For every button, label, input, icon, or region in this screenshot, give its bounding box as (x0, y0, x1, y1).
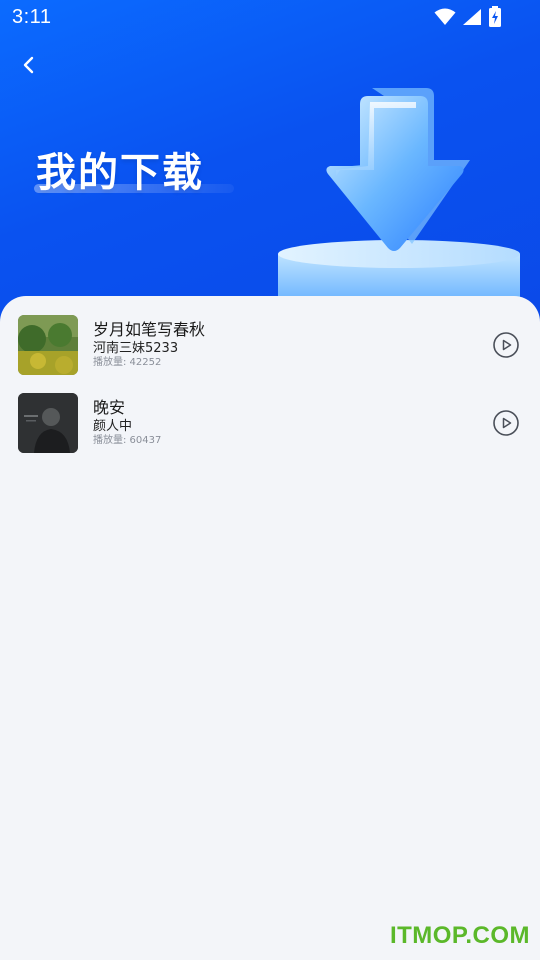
song-meta: 岁月如笔写春秋 河南三妹5233 播放量: 42252 (93, 322, 492, 368)
song-artist: 颜人中 (93, 419, 133, 434)
album-cover (18, 393, 78, 453)
wifi-icon (434, 8, 456, 25)
song-play-count: 播放量: 60437 (93, 435, 162, 446)
battery-charging-icon (489, 6, 501, 27)
watermark-text: ITMOP.COM (389, 922, 530, 949)
signal-icon (463, 9, 481, 25)
download-arrow-illustration (278, 88, 520, 308)
status-icons (434, 6, 502, 28)
song-artist: 河南三妹5233 (93, 341, 179, 356)
song-title: 晚安 (93, 398, 126, 417)
back-button[interactable] (12, 50, 46, 80)
song-meta: 晚安 颜人中 播放量: 60437 (93, 400, 492, 446)
title-underline (34, 184, 234, 193)
song-title: 岁月如笔写春秋 (93, 320, 206, 339)
header-banner: 3:11 我的下载 (0, 0, 540, 340)
download-list-panel: 岁月如笔写春秋 河南三妹5233 播放量: 42252 晚安 颜人中 播放量: … (0, 296, 540, 960)
song-play-count: 播放量: 42252 (93, 357, 162, 368)
status-bar: 3:11 (0, 0, 540, 36)
play-circle-icon[interactable] (492, 331, 520, 359)
play-circle-icon[interactable] (492, 409, 520, 437)
title-block: 我的下载 (34, 140, 234, 198)
list-item[interactable]: 晚安 颜人中 播放量: 60437 (18, 392, 526, 454)
chevron-left-icon (23, 56, 34, 74)
album-cover (18, 315, 78, 375)
status-time: 3:11 (12, 6, 52, 28)
list-item[interactable]: 岁月如笔写春秋 河南三妹5233 播放量: 42252 (18, 314, 526, 376)
